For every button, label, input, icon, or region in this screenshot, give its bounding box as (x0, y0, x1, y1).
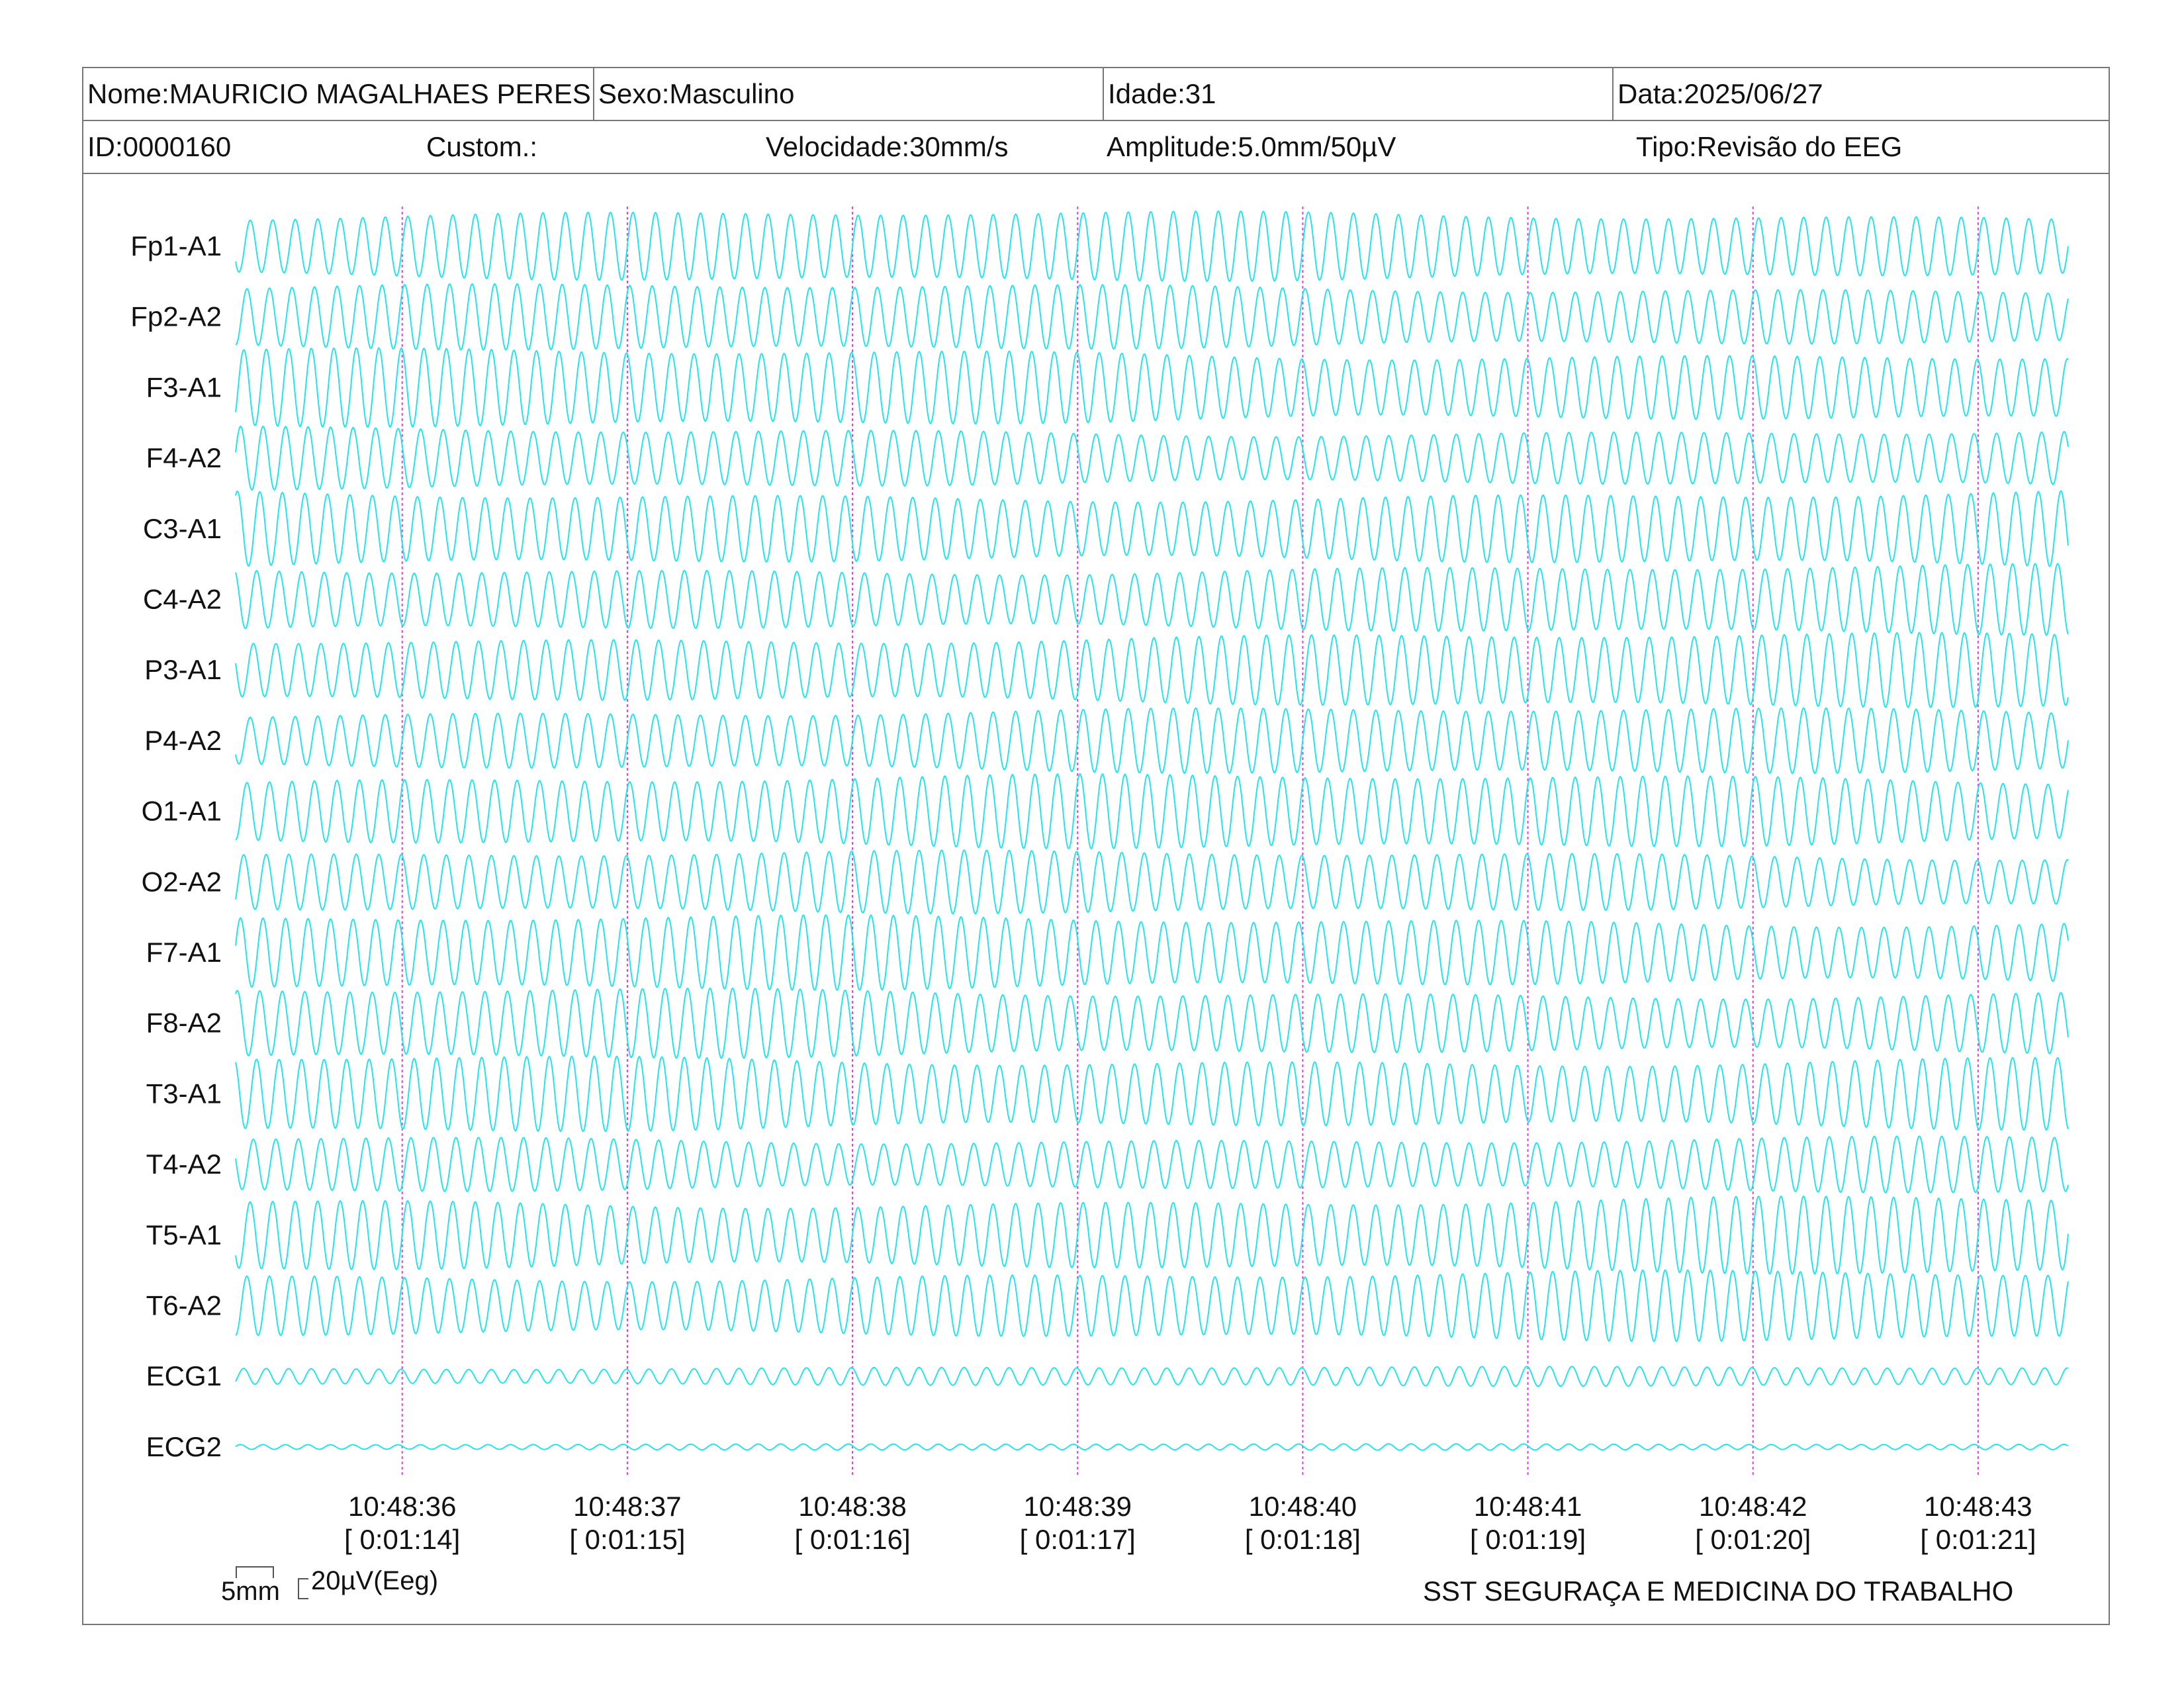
channel-labels: Fp1-A1 Fp2-A2 F3-A1 F4-A2 C3-A1 C4-A2 P3-A1 P4-… (130, 230, 222, 1462)
elapsed-tick-label: [ 0:01:14] (344, 1524, 460, 1555)
trace-f3-a1 (235, 347, 2069, 428)
trace-t4-a2 (235, 1135, 2069, 1194)
trace-o2-a2 (235, 849, 2069, 915)
channel-label: F3-A1 (146, 371, 222, 402)
time-tick-label: 10:48:39 (1023, 1491, 1132, 1522)
trace-f7-a1 (235, 914, 2069, 991)
channel-label: F8-A2 (146, 1008, 222, 1039)
elapsed-tick-label: [ 0:01:17] (1020, 1524, 1136, 1555)
trace-f8-a2 (235, 987, 2069, 1059)
elapsed-tick-label: [ 0:01:16] (795, 1524, 911, 1555)
elapsed-tick-label: [ 0:01:15] (569, 1524, 685, 1555)
channel-label: Fp2-A2 (130, 301, 222, 332)
time-tick-labels: 10:48:36[ 0:01:14] 10:48:37[ 0:01:15] 10:4… (344, 1491, 2036, 1555)
channel-label: T3-A1 (146, 1078, 222, 1109)
channel-label: T6-A2 (146, 1290, 222, 1321)
time-tick-label: 10:48:43 (1924, 1491, 2032, 1522)
clinic-footer: SST SEGURAÇA E MEDICINA DO TRABALHO (1423, 1575, 2014, 1607)
elapsed-tick-label: [ 0:01:21] (1920, 1524, 2036, 1555)
trace-p4-a2 (235, 707, 2069, 774)
trace-fp2-a2 (235, 283, 2069, 351)
trace-c4-a2 (235, 563, 2069, 636)
trace-fp1-a1 (235, 210, 2069, 283)
channel-label: Fp1-A1 (130, 230, 222, 261)
trace-t6-a2 (235, 1269, 2069, 1342)
scale-mm-label: 5mm (221, 1577, 280, 1606)
trace-f4-a2 (235, 425, 2069, 491)
time-tick-label: 10:48:38 (798, 1491, 907, 1522)
channel-label: O1-A1 (142, 796, 222, 827)
channel-label: P4-A2 (144, 725, 222, 756)
eeg-trace-chart: Fp1-A1 Fp2-A2 F3-A1 F4-A2 C3-A1 C4-A2 P3-A1 P4-… (130, 207, 2069, 1555)
channel-label: ECG2 (146, 1431, 222, 1462)
elapsed-tick-label: [ 0:01:19] (1470, 1524, 1586, 1555)
channel-label: P3-A1 (144, 654, 222, 685)
trace-t5-a1 (235, 1196, 2069, 1275)
elapsed-tick-label: [ 0:01:18] (1245, 1524, 1361, 1555)
time-tick-label: 10:48:36 (348, 1491, 457, 1522)
time-tick-label: 10:48:41 (1474, 1491, 1582, 1522)
time-tick-label: 10:48:40 (1249, 1491, 1357, 1522)
trace-o1-a1 (235, 773, 2069, 850)
trace-ecg2 (235, 1443, 2069, 1451)
channel-label: T5-A1 (146, 1219, 222, 1250)
scale-uv-label: 20µV(Eeg) (311, 1566, 439, 1595)
channel-label: O2-A2 (142, 866, 222, 897)
trace-c3-a1 (235, 490, 2069, 567)
time-tick-label: 10:48:37 (573, 1491, 682, 1522)
trace-p3-a1 (235, 632, 2069, 709)
channel-label: C4-A2 (143, 584, 222, 615)
trace-t3-a1 (235, 1055, 2069, 1133)
channel-label: C3-A1 (143, 513, 222, 544)
elapsed-tick-label: [ 0:01:20] (1695, 1524, 1811, 1555)
scale-uv-bracket (298, 1578, 308, 1599)
time-tick-label: 10:48:42 (1699, 1491, 1807, 1522)
eeg-traces (235, 210, 2069, 1451)
channel-label: T4-A2 (146, 1149, 222, 1180)
channel-label: F4-A2 (146, 442, 222, 473)
channel-label: F7-A1 (146, 937, 222, 968)
trace-ecg1 (235, 1366, 2069, 1387)
channel-label: ECG1 (146, 1360, 222, 1391)
